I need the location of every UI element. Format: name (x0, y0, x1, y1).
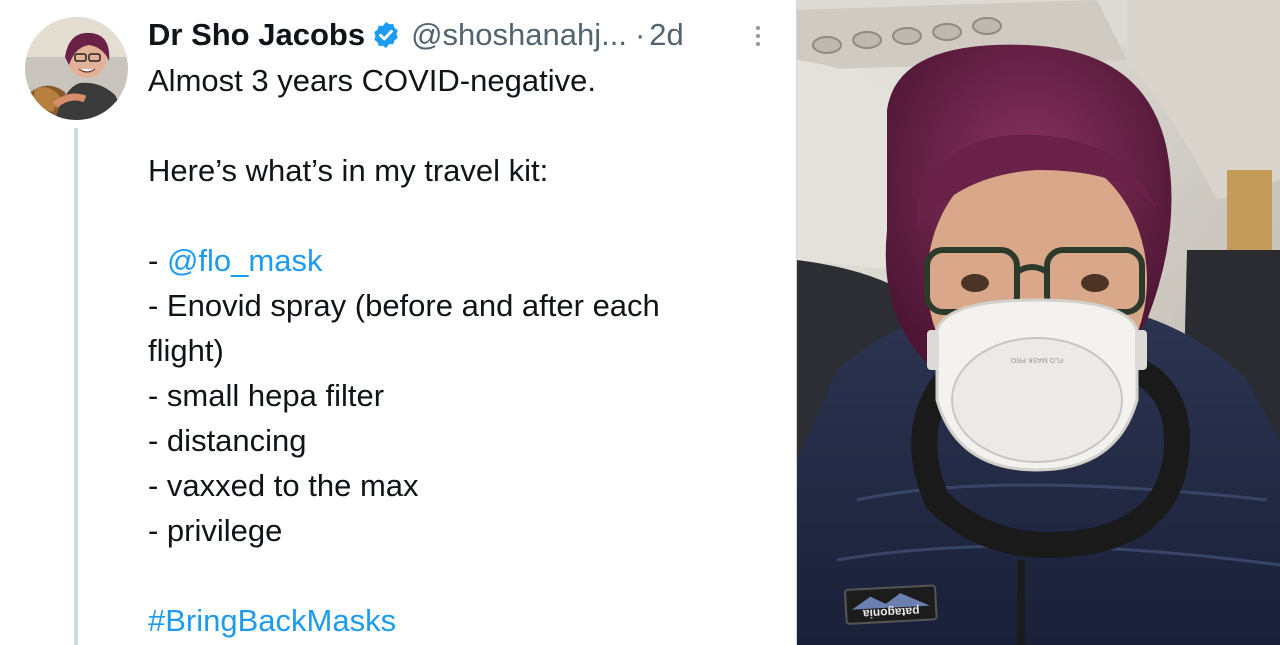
user-handle[interactable]: @shoshanahj... (411, 17, 627, 53)
tweet-line: - @flo_mask (148, 238, 758, 283)
separator-dot: · (634, 17, 646, 52)
tweet-line: - vaxxed to the max (148, 468, 419, 503)
mention-link[interactable]: @flo_mask (167, 243, 323, 278)
tweet-line: - small hepa filter (148, 378, 385, 413)
avatar-image (25, 17, 128, 120)
airplane-selfie-image: FLO MASK PRO patagonia (797, 0, 1280, 645)
display-name[interactable]: Dr Sho Jacobs (148, 17, 365, 53)
tweet-card: Dr Sho Jacobs @shoshanahj... · 2d Almost… (0, 0, 797, 645)
mask-print: FLO MASK PRO (1010, 356, 1063, 363)
list-dash: - (148, 243, 167, 278)
verified-badge-icon (371, 20, 401, 50)
more-options-icon[interactable] (746, 20, 770, 52)
tweet-line: flight) (148, 333, 224, 368)
timestamp[interactable]: 2d (649, 17, 683, 53)
tweet-line: #BringBackMasks (148, 598, 758, 643)
tweet-line: - privilege (148, 513, 283, 548)
avatar[interactable] (25, 17, 128, 120)
patagonia-logo: patagonia (862, 604, 920, 621)
thread-line (74, 128, 78, 645)
hashtag-link[interactable]: #BringBackMasks (148, 603, 396, 638)
tweet-line: - distancing (148, 423, 307, 458)
tweet-line: Here’s what’s in my travel kit: (148, 153, 549, 188)
tweet-photo[interactable]: FLO MASK PRO patagonia (797, 0, 1280, 645)
tweet-screenshot: Dr Sho Jacobs @shoshanahj... · 2d Almost… (0, 0, 1280, 645)
tweet-text: Almost 3 years COVID-negative. Here’s wh… (148, 58, 758, 643)
tweet-header: Dr Sho Jacobs @shoshanahj... · 2d (148, 12, 684, 58)
tweet-line: Almost 3 years COVID-negative. (148, 63, 596, 98)
tweet-line: - Enovid spray (before and after each (148, 288, 660, 323)
